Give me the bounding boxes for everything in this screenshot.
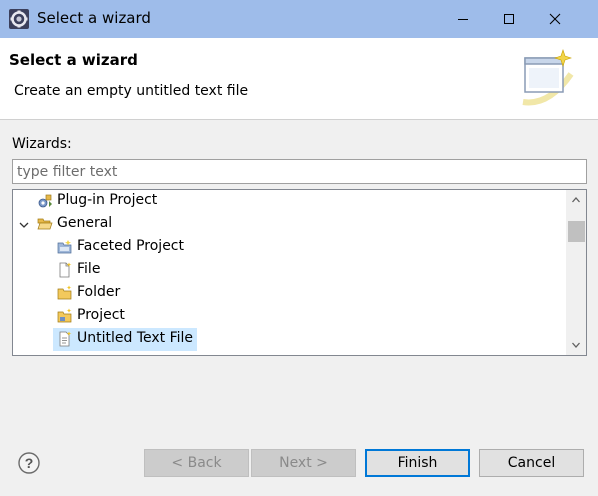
tree-item-label: Faceted Project bbox=[77, 238, 184, 254]
new-wizard-banner-icon bbox=[519, 46, 577, 106]
tree-item-folder[interactable]: Folder bbox=[13, 282, 565, 305]
tree-item-label: General bbox=[57, 215, 113, 231]
file-new-icon bbox=[57, 262, 73, 278]
close-icon bbox=[549, 13, 561, 25]
chevron-down-icon bbox=[572, 342, 580, 348]
wizard-tree[interactable]: Plug-in Project General Faceted Project bbox=[12, 189, 587, 356]
maximize-icon bbox=[504, 14, 514, 24]
scrollbar-thumb[interactable] bbox=[568, 221, 585, 242]
minimize-icon bbox=[458, 19, 468, 20]
tree-item-label: Folder bbox=[77, 284, 121, 300]
back-button[interactable]: < Back bbox=[144, 449, 249, 477]
tree-item-plugin-project[interactable]: Plug-in Project bbox=[13, 190, 565, 213]
svg-text:?: ? bbox=[25, 455, 34, 471]
header-title: Select a wizard bbox=[9, 51, 138, 69]
tree-item-label: Untitled Text File bbox=[77, 330, 194, 346]
faceted-project-icon bbox=[57, 239, 73, 255]
folder-new-icon bbox=[57, 285, 73, 301]
tree-item-project[interactable]: Project bbox=[13, 305, 565, 328]
tree-item-general[interactable]: General bbox=[13, 213, 565, 236]
tree-item-label: Plug-in Project bbox=[57, 192, 158, 208]
filter-input[interactable] bbox=[12, 159, 587, 184]
maximize-button[interactable] bbox=[486, 0, 532, 38]
tree-item-label: File bbox=[77, 261, 101, 277]
next-button[interactable]: Next > bbox=[251, 449, 356, 477]
tree-item-untitled-text-file[interactable]: Untitled Text File bbox=[13, 328, 565, 351]
chevron-up-icon bbox=[572, 197, 580, 203]
tree-item-file[interactable]: File bbox=[13, 259, 565, 282]
header-description: Create an empty untitled text file bbox=[14, 83, 249, 99]
minimize-button[interactable] bbox=[440, 0, 486, 38]
window-title: Select a wizard bbox=[37, 9, 151, 27]
finish-button[interactable]: Finish bbox=[365, 449, 470, 477]
window-titlebar[interactable]: Select a wizard bbox=[0, 0, 598, 38]
tree-item-label: Project bbox=[77, 307, 125, 323]
tree-vertical-scrollbar[interactable] bbox=[566, 190, 586, 355]
project-new-icon bbox=[57, 308, 73, 324]
close-button[interactable] bbox=[532, 0, 578, 38]
tree-item-faceted-project[interactable]: Faceted Project bbox=[13, 236, 565, 259]
wizard-header: Select a wizard Create an empty untitled… bbox=[0, 38, 598, 120]
eclipse-app-icon bbox=[8, 8, 30, 30]
chevron-down-icon[interactable] bbox=[18, 219, 30, 231]
cancel-button[interactable]: Cancel bbox=[479, 449, 584, 477]
wizards-label: Wizards: bbox=[12, 136, 72, 152]
plugin-project-icon bbox=[37, 193, 53, 209]
help-icon[interactable]: ? bbox=[17, 451, 41, 475]
scroll-up-button[interactable] bbox=[566, 190, 586, 210]
text-file-icon bbox=[57, 331, 73, 347]
folder-open-icon bbox=[37, 216, 53, 232]
scroll-down-button[interactable] bbox=[566, 335, 586, 355]
